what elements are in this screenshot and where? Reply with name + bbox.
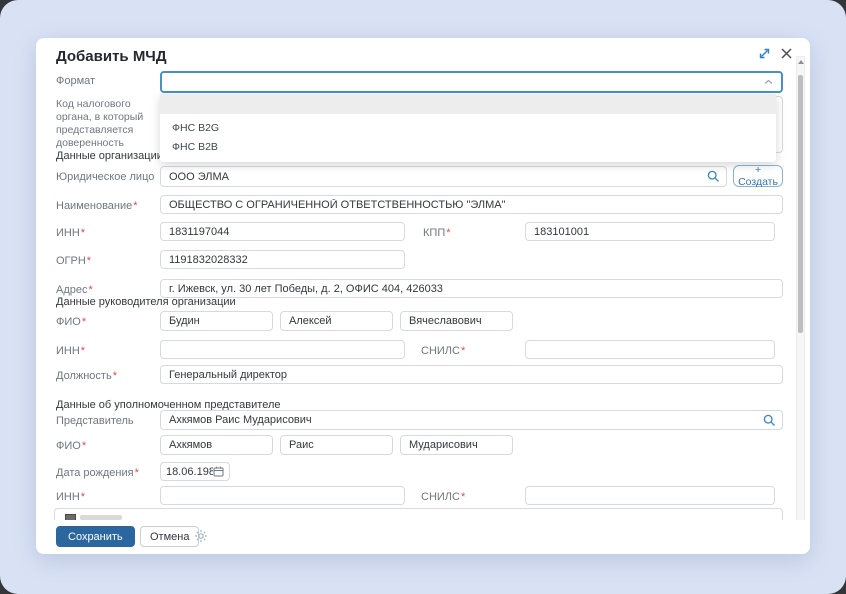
rep-last-name-input[interactable] (160, 435, 273, 455)
format-dropdown: ФНС B2G ФНС B2B (160, 94, 776, 162)
head-fio-label: ФИО (56, 316, 86, 329)
rep-birth-input[interactable] (166, 466, 213, 478)
dialog-add-mchd: Добавить МЧД Формат Код налогового орган… (36, 38, 810, 554)
tax-code-label: Код налогового органа, в который предста… (56, 98, 160, 150)
head-inn-input[interactable] (160, 340, 405, 359)
format-label: Формат (56, 75, 95, 88)
head-position-input[interactable] (160, 365, 783, 384)
rep-birth-field[interactable] (160, 462, 230, 481)
save-button[interactable]: Сохранить (56, 526, 135, 547)
chevron-up-icon (764, 79, 773, 85)
org-kpp-label: КПП (423, 227, 451, 240)
dialog-title: Добавить МЧД (56, 48, 167, 65)
org-ogrn-label: ОГРН (56, 255, 91, 268)
close-icon[interactable] (778, 45, 794, 61)
dropdown-option-empty[interactable] (160, 94, 776, 114)
org-ogrn-input[interactable] (160, 250, 405, 269)
rep-middle-name-input[interactable] (400, 435, 513, 455)
create-button[interactable]: + Создать (733, 165, 783, 187)
calendar-icon[interactable] (213, 466, 224, 477)
section-head: Данные руководителя организации (56, 296, 236, 308)
rep-inn-label: ИНН (56, 491, 85, 504)
rep-label: Представитель (56, 415, 134, 428)
expand-icon[interactable] (756, 45, 772, 61)
head-inn-label: ИНН (56, 345, 85, 358)
rep-birth-label: Дата рождения (56, 467, 139, 480)
legal-entity-input[interactable] (169, 171, 707, 183)
vertical-scrollbar[interactable] (796, 56, 805, 536)
format-select[interactable] (160, 71, 783, 93)
search-icon[interactable] (707, 170, 720, 183)
org-address-input[interactable] (160, 279, 783, 298)
rep-field[interactable] (160, 410, 783, 430)
rep-input[interactable] (169, 414, 763, 426)
head-snils-label: СНИЛС (421, 345, 465, 358)
org-inn-label: ИНН (56, 227, 85, 240)
org-inn-input[interactable] (160, 222, 405, 241)
rep-fio-label: ФИО (56, 440, 86, 453)
scroll-up-arrow-icon[interactable] (798, 60, 804, 64)
section-org: Данные организации (56, 150, 163, 162)
org-name-input[interactable] (160, 195, 783, 214)
head-position-label: Должность (56, 370, 117, 383)
dialog-footer: Сохранить Отмена (36, 520, 810, 554)
head-middle-name-input[interactable] (400, 311, 513, 331)
legal-entity-field[interactable] (160, 166, 727, 187)
rep-snils-label: СНИЛС (421, 491, 465, 504)
gear-icon[interactable] (194, 529, 208, 548)
org-name-label: Наименование (56, 200, 138, 213)
search-icon[interactable] (763, 414, 776, 427)
scrollbar-thumb[interactable] (798, 75, 803, 333)
app-background: Добавить МЧД Формат Код налогового орган… (0, 0, 846, 594)
dropdown-option-fns-b2g[interactable]: ФНС B2G (160, 119, 776, 138)
rep-snils-input[interactable] (525, 486, 775, 505)
org-kpp-input[interactable] (525, 222, 775, 241)
format-input[interactable] (170, 75, 764, 89)
rep-first-name-input[interactable] (280, 435, 393, 455)
head-snils-input[interactable] (525, 340, 775, 359)
rep-inn-input[interactable] (160, 486, 405, 505)
head-first-name-input[interactable] (280, 311, 393, 331)
cancel-button[interactable]: Отмена (140, 526, 199, 547)
dropdown-option-fns-b2b[interactable]: ФНС B2B (160, 138, 776, 157)
legal-entity-label: Юридическое лицо (56, 171, 154, 184)
head-last-name-input[interactable] (160, 311, 273, 331)
